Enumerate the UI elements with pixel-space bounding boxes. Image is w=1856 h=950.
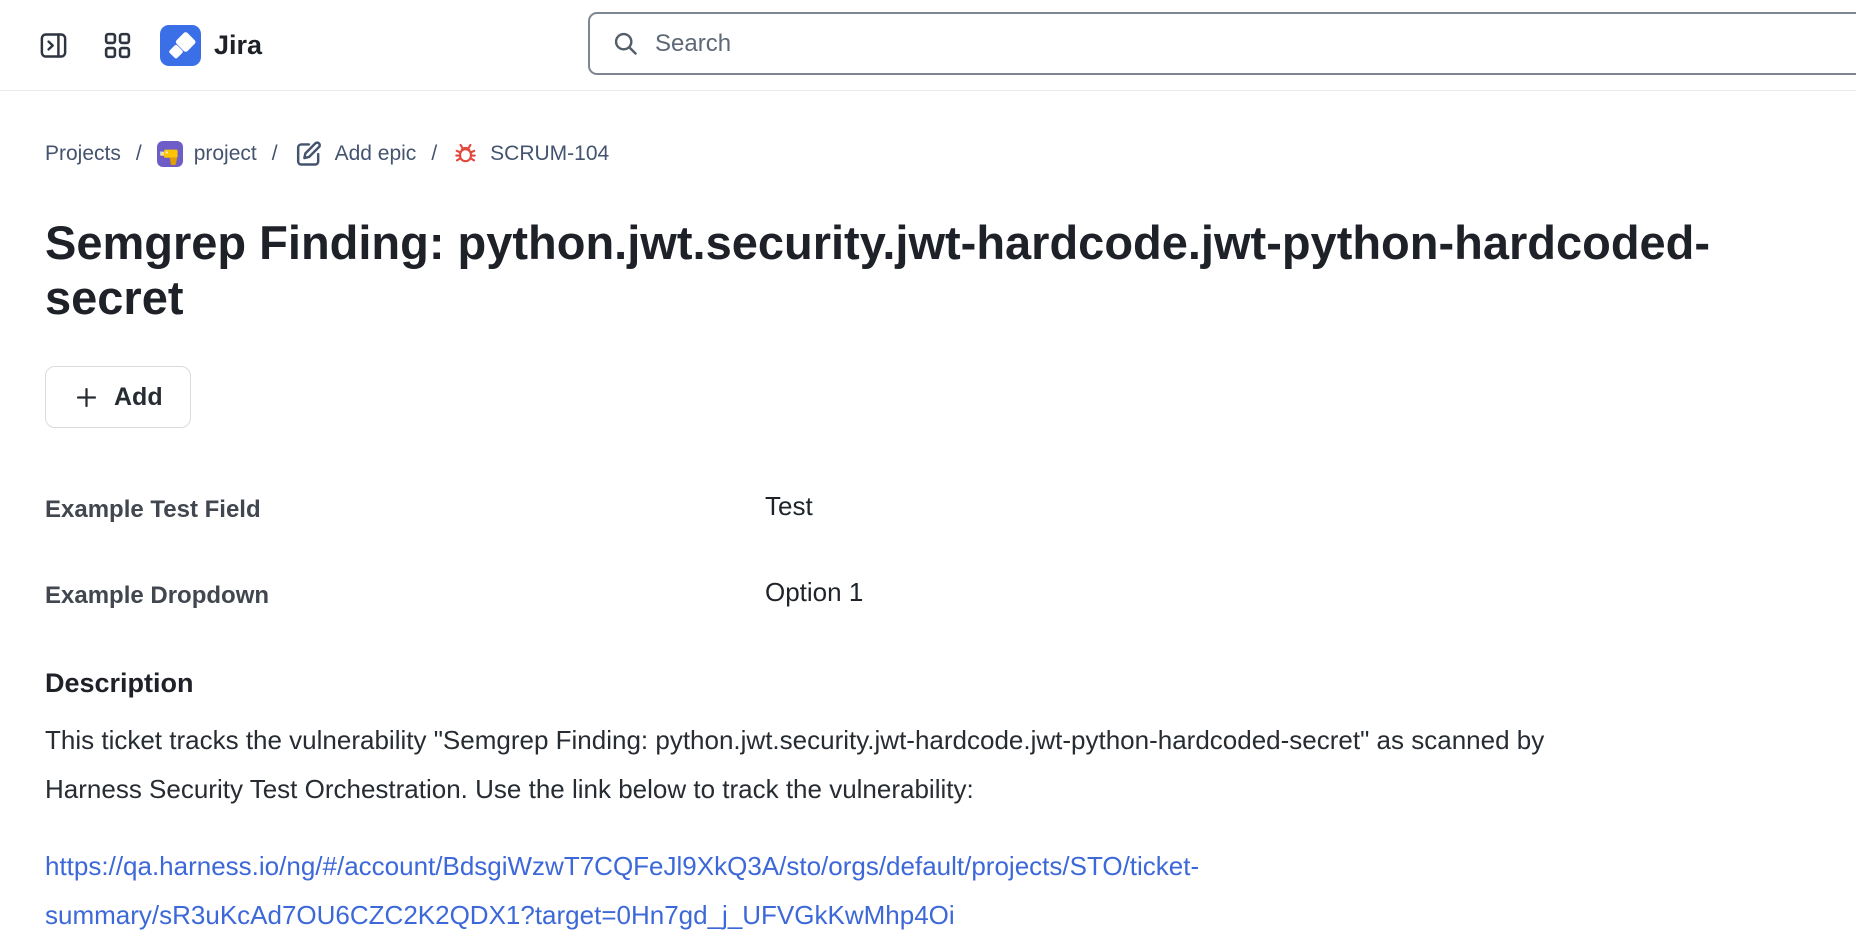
add-button[interactable]: Add: [45, 366, 191, 428]
plus-icon: [73, 384, 100, 411]
issue-title[interactable]: Semgrep Finding: python.jwt.security.jwt…: [45, 215, 1765, 325]
custom-fields: Example Test Field Test Example Dropdown…: [45, 496, 1856, 610]
field-label: Example Dropdown: [45, 582, 765, 610]
description-heading: Description: [45, 668, 1856, 699]
breadcrumb-separator: /: [431, 142, 437, 166]
search-icon: [611, 29, 640, 58]
search-input[interactable]: [653, 29, 1856, 59]
add-button-label: Add: [114, 383, 163, 412]
jira-logo-icon: [161, 25, 201, 65]
field-row: Example Test Field Test: [45, 496, 1856, 524]
description-link[interactable]: https://qa.harness.io/ng/#/account/Bdsgi…: [45, 842, 1597, 940]
description-link-line: https://qa.harness.io/ng/#/account/Bdsgi…: [45, 842, 1597, 891]
project-avatar-icon: [157, 141, 183, 167]
app-switcher-button[interactable]: [102, 30, 133, 61]
sidebar-toggle-button[interactable]: [38, 30, 69, 61]
breadcrumb: Projects / project / Add epic /: [45, 138, 1856, 169]
description-body[interactable]: This ticket tracks the vulnerability "Se…: [45, 716, 1597, 814]
breadcrumb-item-project[interactable]: project: [157, 141, 257, 167]
field-value[interactable]: Option 1: [765, 577, 863, 608]
app-grid-icon: [102, 30, 133, 61]
bug-icon: [452, 140, 479, 167]
breadcrumb-item-add-epic[interactable]: Add epic: [293, 138, 417, 169]
breadcrumb-item-projects[interactable]: Projects: [45, 142, 121, 166]
field-value[interactable]: Test: [765, 491, 813, 522]
breadcrumb-label: SCRUM-104: [490, 142, 609, 166]
breadcrumb-label: project: [194, 142, 257, 166]
breadcrumb-item-issue-key[interactable]: SCRUM-104: [452, 140, 609, 167]
breadcrumb-separator: /: [136, 142, 142, 166]
breadcrumb-separator: /: [272, 142, 278, 166]
edit-icon: [293, 138, 324, 169]
description-link-line: summary/sR3uKcAd7OU6CZC2K2QDX1?target=0H…: [45, 891, 1597, 940]
search-box: [588, 12, 1856, 75]
breadcrumb-label: Add epic: [335, 142, 417, 166]
field-label: Example Test Field: [45, 496, 765, 524]
top-bar: Jira: [0, 0, 1856, 91]
sidebar-toggle-icon: [38, 30, 69, 61]
app-name: Jira: [214, 30, 262, 61]
field-row: Example Dropdown Option 1: [45, 582, 1856, 610]
jira-logo[interactable]: [160, 25, 201, 66]
breadcrumb-label: Projects: [45, 142, 121, 166]
